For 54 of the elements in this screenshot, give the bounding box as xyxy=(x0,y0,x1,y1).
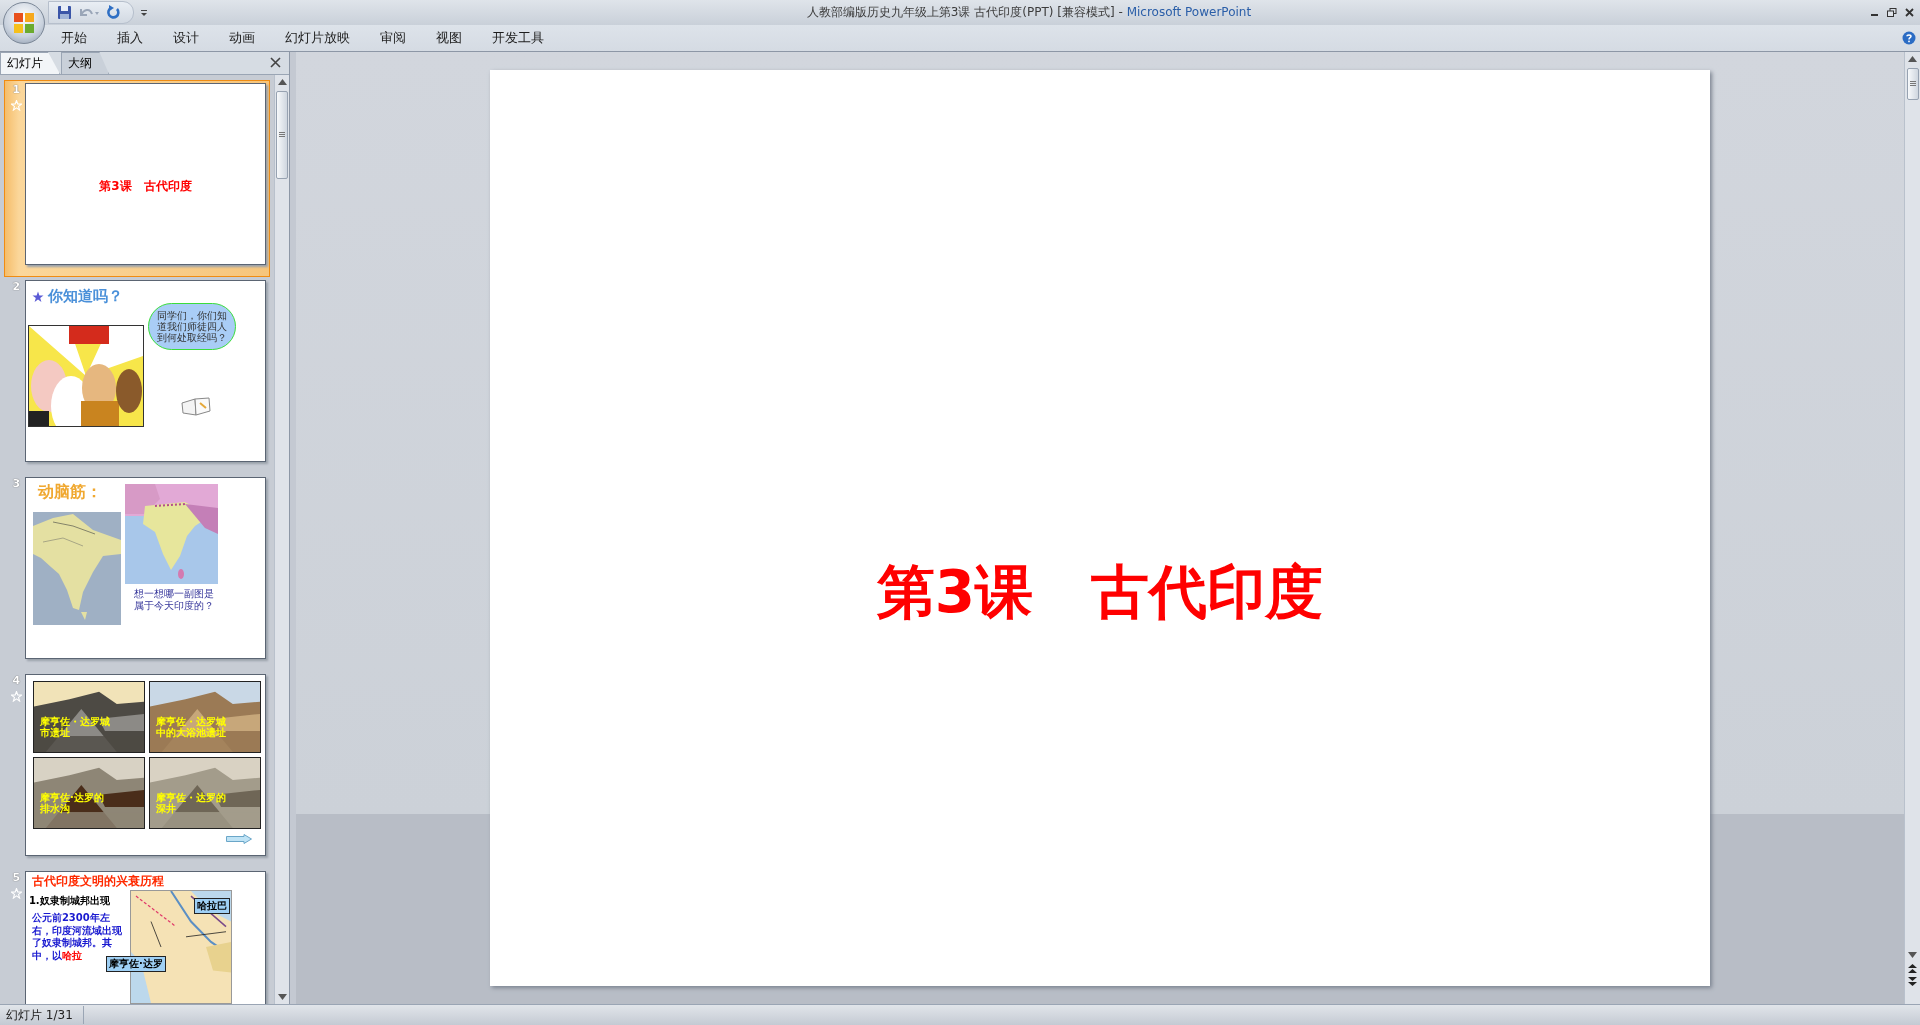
grip-icon xyxy=(279,132,285,138)
photo-caption: 摩亨佐・达罗城中的大浴池遗址 xyxy=(155,716,227,738)
close-icon[interactable] xyxy=(1905,8,1914,17)
pane-tab[interactable]: 幻灯片 xyxy=(0,52,60,74)
ribbon-tab[interactable]: 设计 xyxy=(158,25,214,51)
pane-tab[interactable]: 大纲 xyxy=(61,52,109,74)
slide-number: 1 xyxy=(12,83,21,96)
slide-title: 第3课 古代印度 xyxy=(876,557,1324,628)
redo-icon[interactable] xyxy=(106,5,121,20)
slide-thumbnail[interactable]: 3 动脑筋： 想一想哪一副图是属于今天印度的？ xyxy=(4,474,270,671)
slide-title: 第3课 古代印度 xyxy=(99,177,192,195)
photo-caption: 摩亨佐・达罗的深井 xyxy=(155,792,227,814)
restore-icon[interactable] xyxy=(1887,8,1897,17)
previous-slide-icon[interactable] xyxy=(1908,964,1917,973)
scrollbar-thumb[interactable] xyxy=(276,91,288,179)
slide-thumbnail[interactable]: 2 你知道吗？ 同学们，你们知道我们师徒四人到何处取经吗？ xyxy=(4,277,270,474)
slide-text: 想一想哪一副图是属于今天印度的？ xyxy=(133,588,215,612)
thought-bubble: 同学们，你们知道我们师徒四人到何处取经吗？ xyxy=(147,303,236,350)
ribbon-tab[interactable]: 幻灯片放映 xyxy=(270,25,365,51)
scroll-up-icon[interactable] xyxy=(1908,56,1917,62)
book-icon xyxy=(180,397,211,417)
customize-dropdown-icon[interactable] xyxy=(140,8,148,17)
arrow-icon xyxy=(225,834,252,844)
window-title: 人教部编版历史九年级上第3课 古代印度(PPT) [兼容模式] - Microsoft PowerPoint xyxy=(806,5,1252,19)
slide-counter: 幻灯片 1/31 xyxy=(0,1006,84,1024)
star-icon xyxy=(31,290,44,303)
next-slide-icon[interactable] xyxy=(1908,977,1917,986)
grip-icon xyxy=(1909,81,1916,87)
slide-number: 4 xyxy=(12,674,21,687)
slide-title: 动脑筋： xyxy=(37,482,102,503)
photo-caption: 摩亨佐・达罗城市遗址 xyxy=(39,716,111,738)
ribbon-tab[interactable]: 插入 xyxy=(102,25,158,51)
ribbon-tab[interactable]: 开始 xyxy=(46,25,102,51)
scroll-up-icon[interactable] xyxy=(277,79,287,85)
slide-title: 古代印度文明的兴衰历程 xyxy=(31,873,164,890)
slide-number: 5 xyxy=(12,871,21,884)
map-label: 哈拉巴 xyxy=(193,898,230,914)
scroll-down-icon[interactable] xyxy=(1908,952,1917,958)
close-icon[interactable] xyxy=(270,57,281,68)
scroll-down-icon[interactable] xyxy=(277,994,287,1000)
ribbon-tab[interactable]: 审阅 xyxy=(365,25,421,51)
help-icon[interactable] xyxy=(1902,31,1916,45)
save-icon[interactable] xyxy=(57,5,72,20)
slide-title: 你知道吗？ xyxy=(47,287,123,306)
slide-number: 3 xyxy=(12,477,21,490)
ribbon-tab[interactable]: 视图 xyxy=(421,25,477,51)
scrollbar-thumb[interactable] xyxy=(1906,68,1919,100)
ribbon-tab[interactable]: 开发工具 xyxy=(477,25,559,51)
slide-number: 2 xyxy=(12,280,21,293)
slide-subtitle: 1.奴隶制城邦出现 xyxy=(28,894,110,908)
office-logo-icon xyxy=(12,11,36,35)
office-button[interactable] xyxy=(3,2,45,44)
ribbon-tab[interactable]: 动画 xyxy=(214,25,270,51)
slide-thumbnail[interactable]: 1 第3课 古代印度 xyxy=(4,80,270,277)
